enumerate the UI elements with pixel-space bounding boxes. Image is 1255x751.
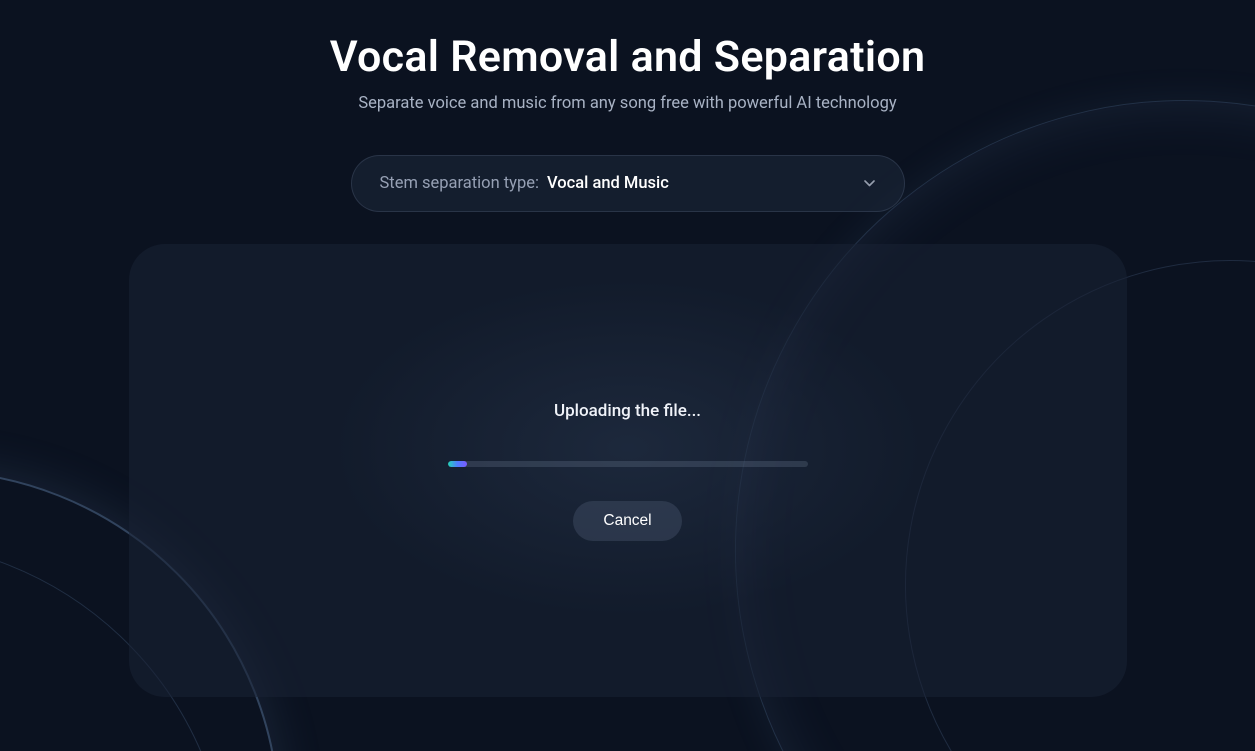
stem-separation-label: Stem separation type: <box>380 174 540 193</box>
page-subtitle: Separate voice and music from any song f… <box>358 94 896 113</box>
upload-progress-fill <box>448 461 468 467</box>
chevron-down-icon <box>864 178 876 190</box>
cancel-button[interactable]: Cancel <box>573 501 681 541</box>
upload-status-text: Uploading the file... <box>554 401 701 421</box>
stem-separation-select[interactable]: Stem separation type: Vocal and Music <box>351 155 905 212</box>
upload-progress-bar <box>448 461 808 467</box>
upload-card: Uploading the file... Cancel <box>129 244 1127 697</box>
stem-separation-value: Vocal and Music <box>547 174 864 193</box>
page-title: Vocal Removal and Separation <box>330 32 926 82</box>
